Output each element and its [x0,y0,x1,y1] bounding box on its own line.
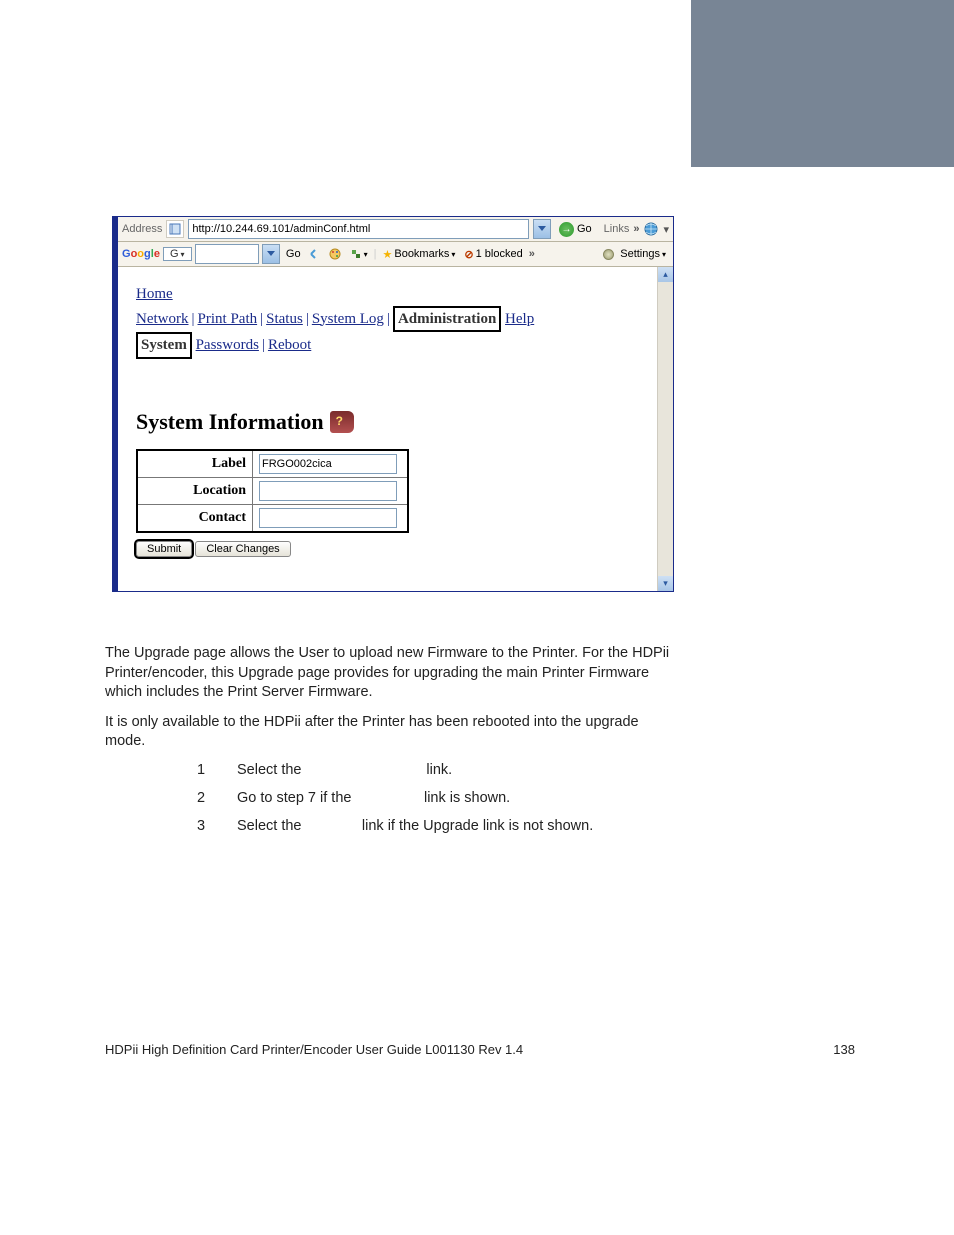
toolbar-overflow-icon[interactable]: » [529,248,535,260]
toolbar-tools-icon[interactable]: ▾ [347,248,371,260]
vertical-scrollbar[interactable]: ▴ ▾ [657,267,673,591]
help-book-icon[interactable] [330,411,354,433]
toolbar-nav-icon[interactable] [307,249,323,259]
nav-administration[interactable]: Administration [393,306,501,333]
step-row: 2 Go to step 7 if the link is shown. [197,784,593,812]
step-row: 1 Select the link. [197,756,593,784]
popup-blocker-button[interactable]: ⊘ 1 blocked [461,248,525,261]
subnav-system[interactable]: System [136,332,192,359]
scroll-up-icon[interactable]: ▴ [658,267,673,282]
contact-input[interactable] [259,508,397,528]
step-number: 1 [197,762,209,778]
go-label: Go [577,223,592,235]
scroll-down-icon[interactable]: ▾ [658,576,673,591]
step-number: 2 [197,790,209,806]
document-body-text: The Upgrade page allows the User to uplo… [105,644,675,762]
toolbar-palette-icon[interactable] [326,248,344,260]
google-toolbar: Google G ▾ Go ▾ | ★ Bookmarks▾ ⊘ 1 block… [118,242,673,267]
right-margin-shade [691,0,954,167]
steps-list: 1 Select the link. 2 Go to step 7 if the… [197,756,593,840]
links-label: Links [604,223,630,235]
subnav-reboot[interactable]: Reboot [268,337,311,353]
google-menu-button[interactable]: G ▾ [163,247,192,261]
step-row: 3 Select the link if the Upgrade link is… [197,812,593,840]
nav-links: Home Network|Print Path|Status|System Lo… [136,283,659,359]
step-text: Go to step 7 if the link is shown. [237,790,510,806]
toolbar-go-button[interactable]: Go [283,248,304,260]
nav-network[interactable]: Network [136,311,189,327]
google-search-input[interactable] [195,244,259,264]
clear-changes-button[interactable]: Clear Changes [195,541,290,557]
google-logo: Google [122,248,160,260]
step-number: 3 [197,818,209,834]
address-input[interactable]: http://10.244.69.101/adminConf.html [188,219,529,239]
step-text: Select the link. [237,762,452,778]
contact-field-label: Contact [137,504,253,532]
nav-status[interactable]: Status [266,311,303,327]
dropdown-caret-icon[interactable]: ▾ [663,223,669,236]
settings-button[interactable]: Settings▾ [617,248,669,260]
world-icon[interactable] [643,221,659,237]
ie-address-bar: Address http://10.244.69.101/adminConf.h… [118,217,673,242]
label-input[interactable] [259,454,397,474]
popup-blocked-icon: ⊘ [464,248,473,261]
page-footer: HDPii High Definition Card Printer/Encod… [105,1042,855,1057]
links-chevron-icon[interactable]: » [633,223,639,235]
nav-system-log[interactable]: System Log [312,311,384,327]
submit-button[interactable]: Submit [136,541,192,557]
go-arrow-icon: → [559,222,574,237]
star-icon: ★ [382,248,392,261]
address-label: Address [122,223,162,235]
nav-print-path[interactable]: Print Path [198,311,258,327]
label-field-label: Label [137,450,253,478]
address-dropdown-icon[interactable] [533,219,551,239]
subnav-passwords[interactable]: Passwords [196,337,259,353]
go-button[interactable]: → Go [555,221,596,238]
system-info-form: Label Location Contact [136,449,409,533]
footer-text: HDPii High Definition Card Printer/Encod… [105,1042,523,1057]
browser-screenshot: Address http://10.244.69.101/adminConf.h… [112,216,674,592]
page-number: 138 [833,1042,855,1057]
location-input[interactable] [259,481,397,501]
paragraph-1: The Upgrade page allows the User to uplo… [105,644,675,703]
step-text: Select the link if the Upgrade link is n… [237,818,593,834]
paragraph-2: It is only available to the HDPii after … [105,713,675,752]
page-heading: System Information [136,409,324,435]
nav-help[interactable]: Help [505,311,534,327]
nav-home[interactable]: Home [136,286,173,302]
page-content: ▴ ▾ Home Network|Print Path|Status|Syste… [118,267,673,591]
google-search-dropdown-icon[interactable] [262,244,280,264]
settings-indicator-icon [603,249,614,260]
bookmarks-button[interactable]: ★ Bookmarks▾ [379,248,458,261]
page-icon [166,220,184,238]
location-field-label: Location [137,477,253,504]
